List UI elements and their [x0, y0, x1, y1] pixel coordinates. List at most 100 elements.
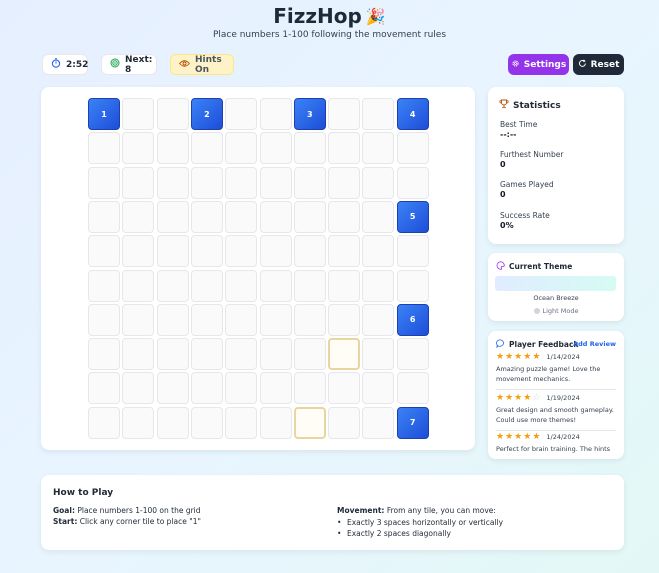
grid-cell[interactable] [259, 269, 292, 302]
placed-tile[interactable]: 7 [396, 406, 429, 439]
grid-cell[interactable] [156, 372, 189, 405]
grid-cell[interactable] [156, 235, 189, 268]
grid-cell[interactable] [328, 166, 361, 199]
grid-cell[interactable] [190, 200, 223, 233]
grid-cell[interactable] [190, 338, 223, 371]
grid-cell[interactable] [122, 372, 155, 405]
grid-cell[interactable] [396, 338, 429, 371]
grid-cell[interactable] [362, 372, 395, 405]
grid-cell[interactable] [88, 406, 120, 439]
theme-card[interactable]: Current Theme Ocean Breeze Light Mode [488, 253, 624, 321]
grid-cell[interactable] [362, 303, 395, 336]
hint-cell[interactable] [293, 406, 326, 439]
grid-cell[interactable] [122, 406, 155, 439]
grid-cell[interactable] [122, 303, 155, 336]
grid-cell[interactable] [396, 166, 429, 199]
hint-cell[interactable] [328, 338, 361, 371]
grid-cell[interactable] [156, 166, 189, 199]
grid-cell[interactable] [88, 269, 120, 302]
grid-cell[interactable] [328, 269, 361, 302]
grid-cell[interactable] [156, 132, 189, 165]
grid-cell[interactable] [362, 98, 395, 130]
grid-cell[interactable] [88, 338, 120, 371]
grid-cell[interactable] [293, 132, 326, 165]
grid-cell[interactable] [122, 200, 155, 233]
reset-button[interactable]: Reset [573, 54, 624, 75]
grid-cell[interactable] [328, 372, 361, 405]
grid-cell[interactable] [259, 132, 292, 165]
grid-cell[interactable] [328, 303, 361, 336]
grid-cell[interactable] [293, 235, 326, 268]
grid-cell[interactable] [225, 338, 258, 371]
grid-cell[interactable] [328, 235, 361, 268]
grid-cell[interactable] [225, 303, 258, 336]
grid-cell[interactable] [225, 132, 258, 165]
grid-cell[interactable] [156, 98, 189, 130]
grid-cell[interactable] [328, 200, 361, 233]
grid-cell[interactable] [328, 132, 361, 165]
grid-cell[interactable] [362, 200, 395, 233]
grid-cell[interactable] [225, 98, 258, 130]
grid-cell[interactable] [88, 235, 120, 268]
grid-cell[interactable] [88, 372, 120, 405]
hints-toggle[interactable]: Hints On [170, 54, 234, 75]
grid-cell[interactable] [396, 132, 429, 165]
settings-button[interactable]: Settings [508, 54, 569, 75]
grid-cell[interactable] [259, 166, 292, 199]
grid-cell[interactable] [396, 269, 429, 302]
placed-tile[interactable]: 4 [396, 98, 429, 130]
grid-cell[interactable] [293, 269, 326, 302]
grid-cell[interactable] [122, 166, 155, 199]
grid-cell[interactable] [362, 269, 395, 302]
grid-cell[interactable] [190, 235, 223, 268]
grid-cell[interactable] [156, 269, 189, 302]
grid-cell[interactable] [225, 406, 258, 439]
grid-cell[interactable] [88, 200, 120, 233]
grid-cell[interactable] [190, 372, 223, 405]
grid-cell[interactable] [122, 235, 155, 268]
grid-cell[interactable] [190, 303, 223, 336]
grid-cell[interactable] [362, 166, 395, 199]
placed-tile[interactable]: 2 [190, 98, 223, 130]
grid-cell[interactable] [328, 406, 361, 439]
placed-tile[interactable]: 5 [396, 200, 429, 233]
grid-cell[interactable] [225, 372, 258, 405]
grid-cell[interactable] [88, 303, 120, 336]
grid-cell[interactable] [259, 98, 292, 130]
grid-cell[interactable] [156, 338, 189, 371]
grid-cell[interactable] [293, 372, 326, 405]
placed-tile[interactable]: 6 [396, 303, 429, 336]
grid-cell[interactable] [122, 269, 155, 302]
grid-cell[interactable] [293, 303, 326, 336]
grid-cell[interactable] [88, 166, 120, 199]
grid-cell[interactable] [328, 98, 361, 130]
grid-cell[interactable] [122, 338, 155, 371]
grid-cell[interactable] [156, 200, 189, 233]
grid-cell[interactable] [225, 166, 258, 199]
grid-cell[interactable] [362, 338, 395, 371]
grid-cell[interactable] [293, 200, 326, 233]
grid-cell[interactable] [259, 372, 292, 405]
grid-cell[interactable] [396, 372, 429, 405]
grid-cell[interactable] [190, 269, 223, 302]
grid-cell[interactable] [259, 200, 292, 233]
grid-cell[interactable] [225, 269, 258, 302]
grid-cell[interactable] [225, 235, 258, 268]
grid-cell[interactable] [190, 406, 223, 439]
grid-cell[interactable] [362, 406, 395, 439]
grid-cell[interactable] [293, 166, 326, 199]
grid-cell[interactable] [122, 132, 155, 165]
placed-tile[interactable]: 3 [293, 98, 326, 130]
grid-cell[interactable] [156, 406, 189, 439]
grid-cell[interactable] [362, 132, 395, 165]
grid-cell[interactable] [259, 338, 292, 371]
grid-cell[interactable] [396, 235, 429, 268]
grid-cell[interactable] [259, 406, 292, 439]
grid-cell[interactable] [293, 338, 326, 371]
grid-cell[interactable] [88, 132, 120, 165]
grid-cell[interactable] [190, 132, 223, 165]
grid-cell[interactable] [362, 235, 395, 268]
grid-cell[interactable] [259, 303, 292, 336]
add-review-link[interactable]: Add Review [573, 340, 616, 348]
grid-cell[interactable] [122, 98, 155, 130]
